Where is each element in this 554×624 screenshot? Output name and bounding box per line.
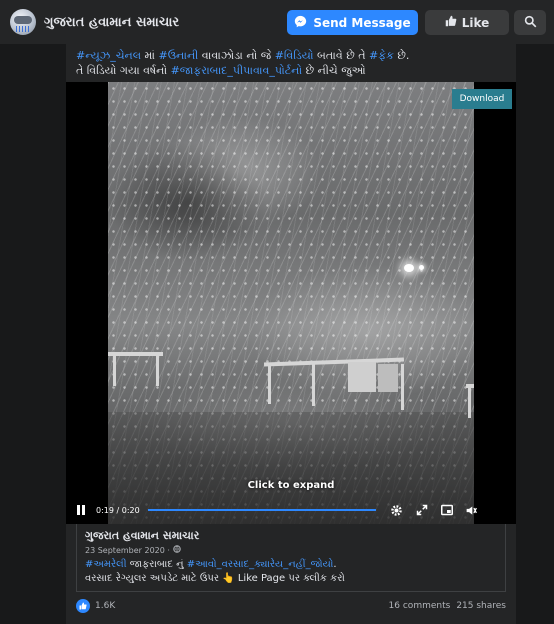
post-text: બતાવે છે તે xyxy=(313,49,370,62)
like-label: Like xyxy=(461,15,490,30)
seek-bar[interactable] xyxy=(147,509,376,511)
send-message-label: Send Message xyxy=(313,15,411,30)
search-button[interactable] xyxy=(514,10,546,35)
shared-text-line-1: #અમરેલી જાફરાબાદ નું #આવો_વરસાદ_ક્યારેય_… xyxy=(85,558,497,572)
post-hashtag-link[interactable]: #ફેક xyxy=(369,49,394,62)
video-frame[interactable] xyxy=(108,82,474,524)
shed-structure xyxy=(108,352,474,422)
comments-count[interactable]: 16 comments xyxy=(389,601,451,611)
post-hashtag-link[interactable]: #ન્યૂઝ_ચેનલ xyxy=(76,49,141,62)
shared-page-name[interactable]: ગુજરાત હવામાન સમાચાર xyxy=(85,529,497,543)
download-button[interactable]: Download xyxy=(452,89,512,109)
page-name[interactable]: ગુજરાત હવામાન સમાચાર xyxy=(44,15,179,30)
messenger-icon xyxy=(294,15,307,31)
post-text: છે. xyxy=(393,49,410,62)
distant-light-small xyxy=(419,265,424,270)
settings-gear-icon[interactable] xyxy=(390,503,404,517)
expand-icon[interactable] xyxy=(415,503,429,517)
search-icon xyxy=(524,13,537,32)
shares-count[interactable]: 215 shares xyxy=(456,601,506,611)
click-to-expand-hint[interactable]: Click to expand xyxy=(66,480,516,491)
post-text: #ન્યૂઝ_ચેનલ માં #ઉનાની વાવાઝોડા નો જે #વ… xyxy=(76,48,506,78)
post-text: તે વિડિયો ગયા વર્ષનો xyxy=(76,64,171,77)
like-reaction-icon[interactable] xyxy=(76,599,90,613)
page-avatar[interactable] xyxy=(10,9,36,35)
post-stats: 1.6K 16 comments 215 shares xyxy=(76,596,506,616)
video-controls: 0:19 / 0:20 xyxy=(66,496,516,524)
shared-date[interactable]: 23 September 2020 · xyxy=(85,545,497,555)
like-page-button[interactable]: Like xyxy=(425,10,509,35)
shared-text-line-2: વરસાદ રેગ્યુલર અપડેટ માટે ઉપર 👆 Like Pag… xyxy=(85,573,345,584)
shared-hashtag-link[interactable]: #અમરેલી xyxy=(85,559,127,570)
post-hashtag-link[interactable]: #વિડિયો xyxy=(275,49,314,62)
shared-post: ગુજરાત હવામાન સમાચાર 23 September 2020 ·… xyxy=(76,524,506,592)
shared-text: #અમરેલી જાફરાબાદ નું #આવો_વરસાદ_ક્યારેય_… xyxy=(85,558,497,586)
globe-icon xyxy=(173,545,181,555)
shared-text: . xyxy=(333,559,337,570)
shared-hashtag-link[interactable]: #આવો_વરસાદ_ક્યારેય_નહીં_જોયો xyxy=(187,559,334,570)
volume-icon[interactable] xyxy=(465,503,479,517)
like-count[interactable]: 1.6K xyxy=(95,601,115,611)
shared-text: જાફરાબાદ નું xyxy=(126,559,187,570)
post-card: #ન્યૂઝ_ચેનલ માં #ઉનાની વાવાઝોડા નો જે #વ… xyxy=(66,44,516,624)
distant-light xyxy=(404,264,414,272)
video-player[interactable]: Download Click to expand 0:19 / 0:20 xyxy=(66,82,516,524)
post-hashtag-link[interactable]: #ઉનાની xyxy=(159,49,199,62)
picture-in-picture-icon[interactable] xyxy=(440,503,454,517)
post-text: છે નીચે જુઓ xyxy=(302,64,366,77)
post-text: માં xyxy=(141,49,159,62)
thumbs-up-icon xyxy=(445,15,457,30)
send-message-button[interactable]: Send Message xyxy=(287,10,418,35)
post-hashtag-link[interactable]: #જાફરાબાદ_પીપાવાવ_પોર્ટનો xyxy=(171,64,302,77)
post-text-line-2: તે વિડિયો ગયા વર્ષનો #જાફરાબાદ_પીપાવાવ_પ… xyxy=(76,63,506,78)
post-text: વાવાઝોડા નો જે xyxy=(198,49,275,62)
video-time: 0:19 / 0:20 xyxy=(96,505,140,515)
pause-icon[interactable] xyxy=(74,503,88,517)
post-text-line-1: #ન્યૂઝ_ચેનલ માં #ઉનાની વાવાઝોડા નો જે #વ… xyxy=(76,48,506,63)
